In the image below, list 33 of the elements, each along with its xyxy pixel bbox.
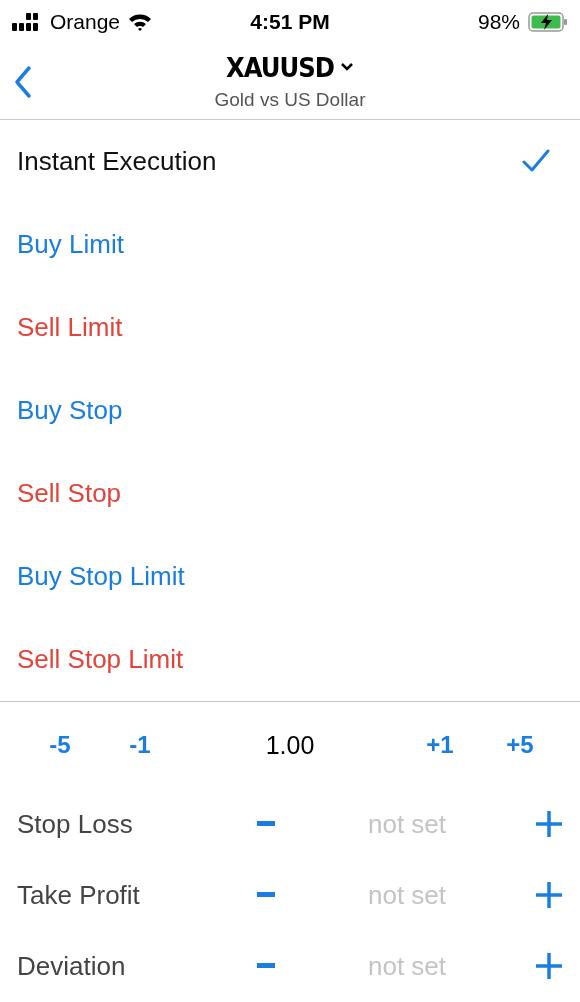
level-field[interactable]: not set bbox=[315, 949, 499, 983]
minus-button[interactable] bbox=[257, 963, 275, 970]
volume-step-button[interactable]: -1 bbox=[100, 731, 180, 760]
volume-step-button[interactable]: +5 bbox=[480, 731, 560, 760]
plus-button[interactable] bbox=[535, 952, 563, 981]
battery-percent: 98% bbox=[477, 9, 520, 34]
order-type-item[interactable]: Buy Stop bbox=[0, 368, 580, 452]
order-type-item[interactable]: Instant Execution bbox=[0, 119, 580, 203]
chevron-down-icon bbox=[339, 62, 354, 73]
carrier-name: Orange bbox=[50, 9, 121, 34]
minus-button[interactable] bbox=[257, 821, 275, 828]
volume-step-button[interactable]: -5 bbox=[20, 731, 100, 760]
volume-value[interactable]: 1.00 bbox=[180, 730, 400, 760]
order-type-item[interactable]: Sell Stop Limit bbox=[0, 617, 580, 701]
symbol-description: Gold vs US Dollar bbox=[214, 88, 366, 111]
plus-button[interactable] bbox=[535, 881, 563, 910]
order-type-item[interactable]: Sell Limit bbox=[0, 285, 580, 369]
symbol-selector[interactable]: XAUUSD bbox=[226, 51, 354, 83]
plus-button[interactable] bbox=[535, 810, 563, 839]
order-type-item[interactable]: Sell Stop bbox=[0, 451, 580, 535]
level-label: Stop Loss bbox=[17, 808, 134, 840]
level-label: Deviation bbox=[17, 950, 127, 982]
wifi-icon bbox=[128, 12, 153, 31]
checkmark-icon bbox=[522, 149, 550, 174]
order-type-item[interactable]: Buy Limit bbox=[0, 202, 580, 286]
volume-step-button[interactable]: +1 bbox=[400, 731, 480, 760]
level-label: Take Profit bbox=[17, 879, 141, 911]
clock-time: 4:51 PM bbox=[250, 9, 330, 34]
order-type-item[interactable]: Buy Stop Limit bbox=[0, 534, 580, 618]
level-field[interactable]: not set bbox=[315, 878, 499, 912]
battery-charging-icon bbox=[528, 11, 568, 32]
minus-button[interactable] bbox=[257, 892, 275, 899]
level-field[interactable]: not set bbox=[315, 807, 499, 841]
